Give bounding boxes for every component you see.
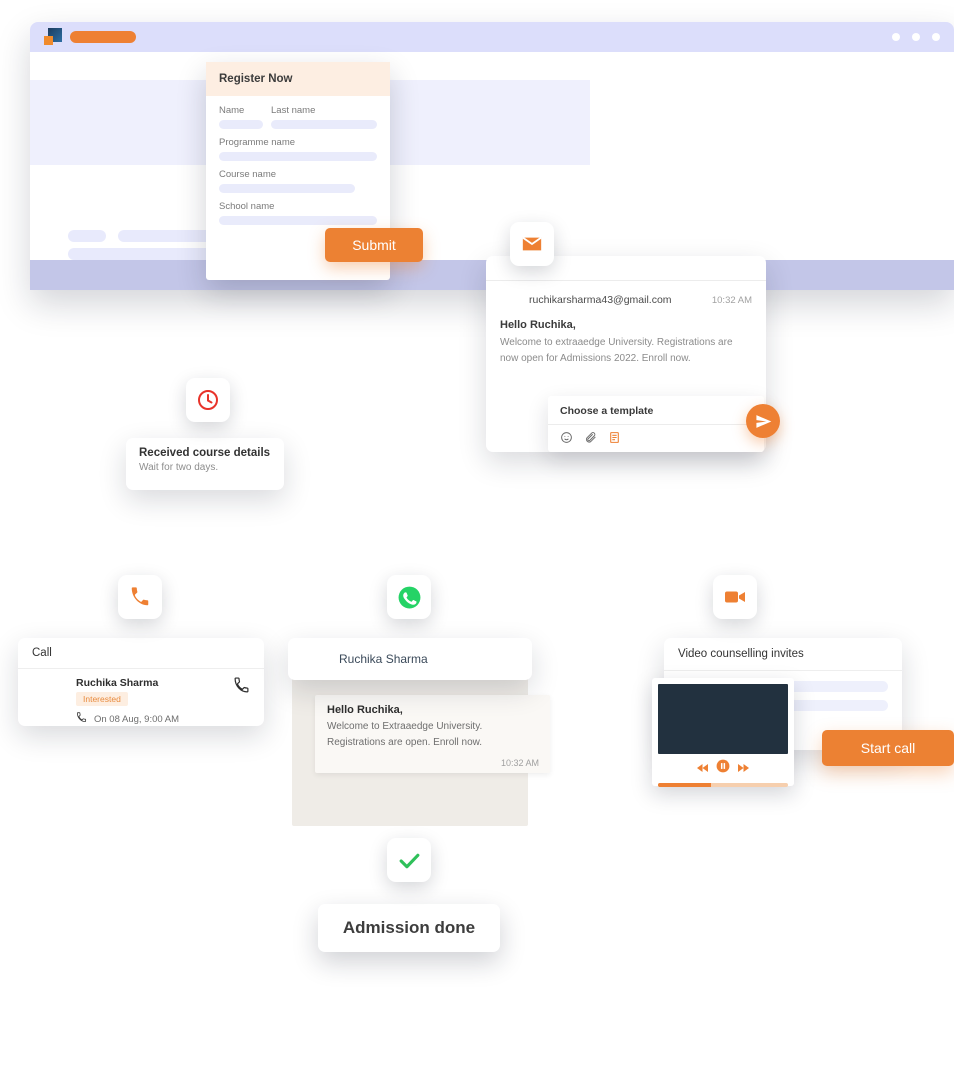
choose-template-box[interactable]: Choose a template [548,396,764,452]
last-name-field-label: Last name [271,105,316,116]
programme-name-label: Programme name [219,137,296,148]
brand-title-bar [70,31,136,43]
phone-outline-icon[interactable] [233,677,250,726]
check-icon [387,838,431,882]
avatar [32,677,66,711]
clock-icon [186,378,230,422]
window-dot-1[interactable] [892,33,900,41]
name-field-label: Name [219,105,245,116]
whatsapp-contact-name: Ruchika Sharma [339,652,428,666]
pause-icon[interactable] [716,759,730,778]
video-player-controls[interactable] [658,759,788,778]
browser-window [30,22,954,290]
last-name-input[interactable] [271,120,377,129]
document-icon[interactable] [608,431,621,449]
course-name-label: Course name [219,169,277,180]
call-schedule-text: On 08 Aug, 9:00 AM [94,713,180,725]
video-player[interactable] [652,678,794,787]
call-contact-row: Ruchika Sharma Interested On 08 Aug, 9:0… [18,669,264,726]
call-contact-info: Ruchika Sharma Interested On 08 Aug, 9:0… [76,677,233,726]
connector-call-down [140,620,143,638]
connector-branch-horizontal [141,545,737,548]
course-name-input[interactable] [219,184,355,193]
whatsapp-icon [387,575,431,619]
choose-template-label: Choose a template [548,396,764,425]
email-sender-row: ruchikarsharma43@gmail.com 10:32 AM [486,281,766,310]
admission-done-card: Admission done [318,904,500,952]
course-card-subtitle: Wait for two days. [139,462,219,473]
admission-done-title: Admission done [342,918,476,937]
video-card-title: Video counselling invites [664,638,902,671]
whatsapp-greeting: Hello Ruchika, [327,704,403,716]
video-progress-bar[interactable] [658,783,788,787]
window-controls[interactable] [892,33,940,41]
hero-illustration: Register Now Name Last name Programme na… [0,0,954,1089]
whatsapp-timestamp: 10:32 AM [500,758,539,768]
register-form-fields: Name Last name Programme name Course nam… [206,96,390,225]
connector-video-down [735,620,738,638]
envelope-icon [510,222,554,266]
course-card-title: Received course details [139,447,271,459]
rewind-icon[interactable] [697,760,709,778]
phone-small-icon [76,712,87,726]
submit-button[interactable]: Submit [325,228,423,262]
whatsapp-message-bubble: Hello Ruchika, Welcome to Extraaedge Uni… [315,695,550,773]
connector-whatsapp-down [409,620,412,638]
send-icon[interactable] [746,404,780,438]
connector-call-bottom [140,726,143,912]
connector-branch-to-video [735,545,738,575]
skeleton-pill-1 [68,230,106,242]
emoji-icon[interactable] [560,431,573,449]
email-toolbar [548,425,764,455]
whatsapp-message-text: Welcome to Extraaedge University. Regist… [327,721,483,748]
forward-icon[interactable] [737,760,749,778]
school-name-label: School name [219,201,275,212]
school-name-input[interactable] [219,216,377,225]
whatsapp-contact-header: Ruchika Sharma [288,638,532,680]
video-progress-fill [658,783,712,787]
status-badge: Interested [76,692,128,706]
avatar [500,290,520,310]
name-input[interactable] [219,120,263,129]
attachment-icon[interactable] [584,431,597,449]
start-call-button[interactable]: Start call [822,730,954,766]
video-camera-icon [713,575,757,619]
video-thumbnail [658,684,788,754]
browser-chrome [30,22,954,52]
window-dot-3[interactable] [932,33,940,41]
connector-branch-to-call [140,545,143,575]
email-sender-address: ruchikarsharma43@gmail.com [529,294,672,306]
call-card-title: Call [18,638,264,669]
avatar [302,646,328,672]
email-body-text: Welcome to extraaedge University. Regist… [500,337,733,364]
browser-page [30,52,954,290]
call-schedule: On 08 Aug, 9:00 AM [76,712,233,726]
email-timestamp: 10:32 AM [711,294,752,306]
programme-name-input[interactable] [219,152,377,161]
call-card: Call Ruchika Sharma Interested On 08 Aug… [18,638,264,726]
received-course-details-card: Received course details Wait for two day… [126,438,284,490]
phone-icon [118,575,162,619]
window-dot-2[interactable] [912,33,920,41]
connector-course-down [209,490,212,527]
connector-register-to-clock [209,345,212,382]
email-greeting: Hello Ruchika, [500,319,576,331]
connector-branch-to-whatsapp [409,545,412,575]
register-form-title: Register Now [206,62,390,96]
brand-logo-icon [44,28,62,46]
call-contact-name: Ruchika Sharma [76,677,159,689]
